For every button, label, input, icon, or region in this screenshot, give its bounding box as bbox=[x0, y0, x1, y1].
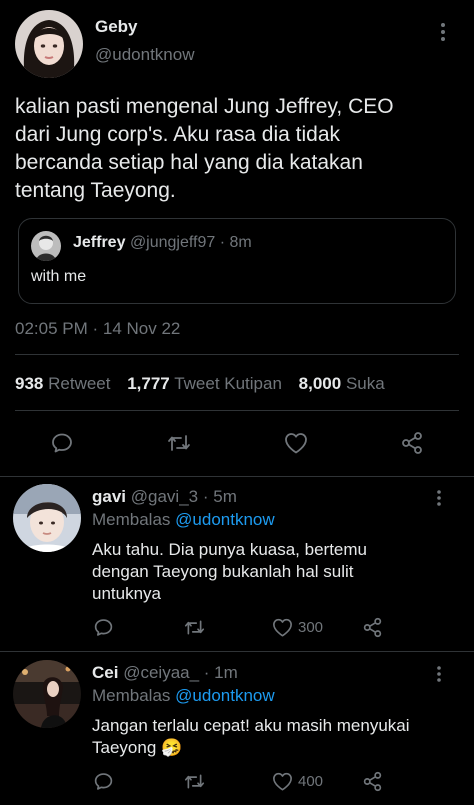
author-avatar[interactable] bbox=[15, 10, 83, 78]
share-icon[interactable] bbox=[362, 617, 383, 638]
like-count: 400 bbox=[298, 773, 324, 790]
like-stat[interactable]: 8,000 Suka bbox=[299, 374, 385, 393]
reply-text-line: Jangan terlalu cepat! aku masih menyukai bbox=[92, 716, 410, 735]
quote-count: 1,777 bbox=[127, 374, 170, 393]
divider bbox=[0, 476, 474, 477]
tweet-timestamp[interactable]: 02:05 PM · 14 Nov 22 bbox=[15, 319, 180, 339]
like-count: 8,000 bbox=[298, 374, 342, 393]
reply-avatar[interactable] bbox=[13, 484, 81, 552]
reply-text-line: untuknya bbox=[92, 584, 161, 603]
replying-to-link[interactable]: @udontknow bbox=[175, 686, 275, 705]
retweet-count: 938 bbox=[15, 374, 44, 393]
divider bbox=[15, 410, 459, 411]
replying-to-label: Membalas bbox=[92, 510, 171, 529]
retweet-stat[interactable]: 938 Retweet bbox=[15, 374, 115, 393]
share-icon[interactable] bbox=[400, 431, 424, 455]
quote-stat[interactable]: 1,777 Tweet Kutipan bbox=[127, 374, 286, 393]
quoted-author-handle: @jungjeff97 bbox=[129, 234, 216, 251]
author-name[interactable]: Geby bbox=[95, 17, 138, 37]
reply-avatar[interactable] bbox=[13, 660, 81, 728]
tweet-text-line: dari Jung corp's. Aku rasa dia tidak bbox=[15, 123, 341, 146]
quoted-author-name: Jeffrey bbox=[73, 234, 126, 251]
more-options-icon[interactable] bbox=[440, 22, 446, 45]
retweet-icon[interactable] bbox=[183, 617, 206, 638]
quoted-author-avatar bbox=[31, 231, 61, 261]
divider bbox=[0, 651, 474, 652]
reply-author-name[interactable]: gavi bbox=[92, 487, 126, 506]
reply-author-handle[interactable]: @gavi_3 bbox=[131, 487, 198, 506]
reply-text-line: Aku tahu. Dia punya kuasa, bertemu bbox=[92, 540, 367, 559]
share-icon[interactable] bbox=[362, 771, 383, 792]
reply-time: · 1m bbox=[203, 663, 238, 682]
divider bbox=[15, 354, 459, 355]
author-handle[interactable]: @udontknow bbox=[95, 45, 195, 65]
like-icon[interactable] bbox=[272, 618, 293, 637]
like-icon[interactable] bbox=[272, 772, 293, 791]
tweet-text-line: tentang Taeyong. bbox=[15, 179, 176, 202]
more-options-icon[interactable] bbox=[436, 489, 442, 510]
like-count: 300 bbox=[298, 619, 324, 636]
retweet-icon[interactable] bbox=[166, 431, 192, 455]
retweet-label: Retweet bbox=[48, 374, 111, 393]
replying-to-label: Membalas bbox=[92, 686, 171, 705]
reply-text: Jangan terlalu cepat! aku masih menyukai… bbox=[92, 715, 410, 759]
reply-text: Aku tahu. Dia punya kuasa, bertemu denga… bbox=[92, 539, 367, 605]
like-icon[interactable] bbox=[284, 432, 308, 454]
quoted-time: · 8m bbox=[219, 234, 252, 251]
like-label: Suka bbox=[345, 374, 385, 393]
reply-text-line: Taeyong 🤧 bbox=[92, 738, 183, 757]
quoted-tweet-card[interactable]: Jeffrey @jungjeff97 · 8m with me bbox=[18, 218, 456, 304]
reply-icon[interactable] bbox=[93, 617, 114, 638]
reply-time: · 5m bbox=[202, 487, 237, 506]
reply-icon[interactable] bbox=[50, 431, 74, 455]
reply-author-name[interactable]: Cei bbox=[92, 663, 118, 682]
tweet-text-line: bercanda setiap hal yang dia katakan bbox=[15, 151, 363, 174]
tweet-text-line: kalian pasti mengenal Jung Jeffrey, CEO bbox=[15, 95, 394, 118]
reply-text-line: dengan Taeyong bukanlah hal sulit bbox=[92, 562, 354, 581]
retweet-icon[interactable] bbox=[183, 771, 206, 792]
replying-to-link[interactable]: @udontknow bbox=[175, 510, 275, 529]
more-options-icon[interactable] bbox=[436, 665, 442, 686]
tweet-stats: 938 Retweet 1,777 Tweet Kutipan 8,000 Su… bbox=[15, 374, 385, 394]
reply-author-handle[interactable]: @ceiyaa_ bbox=[123, 663, 199, 682]
quoted-text: with me bbox=[31, 268, 87, 285]
quote-label: Tweet Kutipan bbox=[174, 374, 282, 393]
reply-icon[interactable] bbox=[93, 771, 114, 792]
tweet-text: kalian pasti mengenal Jung Jeffrey, CEO … bbox=[15, 93, 394, 205]
